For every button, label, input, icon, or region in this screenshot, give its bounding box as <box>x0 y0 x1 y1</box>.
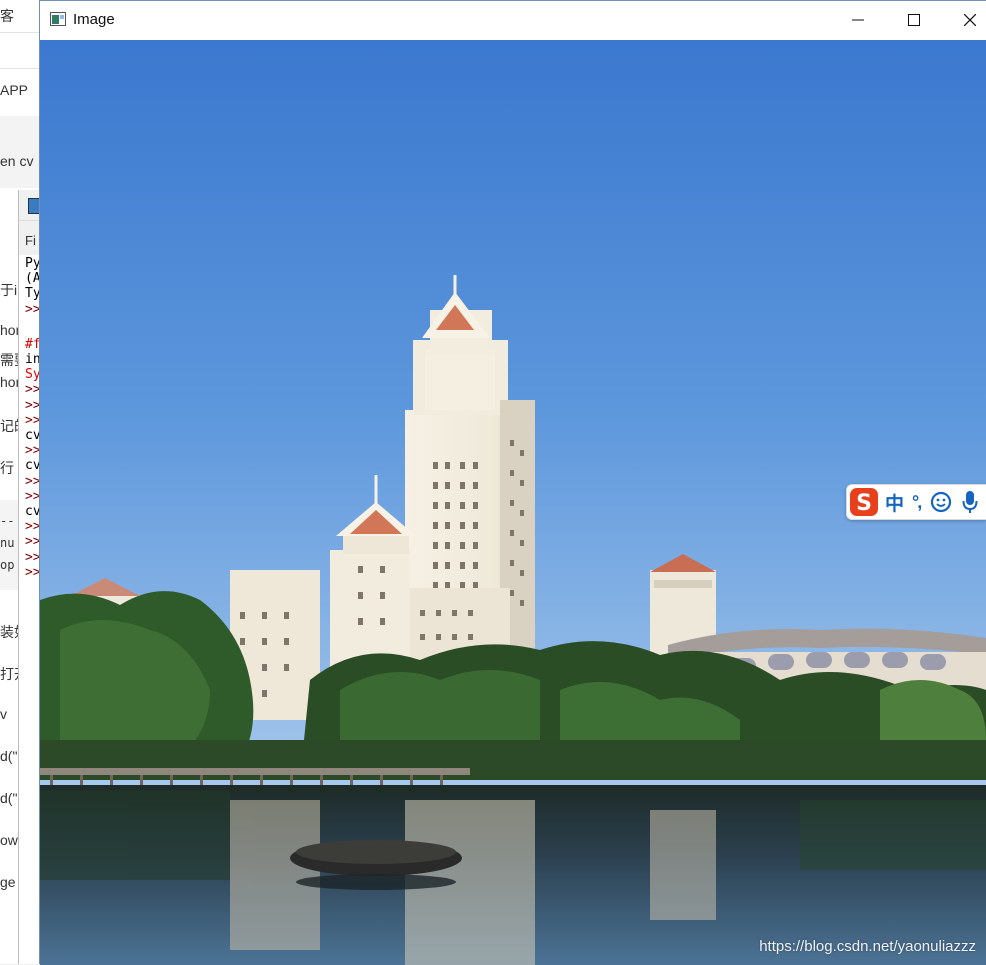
divider <box>0 68 40 69</box>
fountain-island <box>290 840 462 890</box>
ime-mode-toggle[interactable]: 中 <box>885 489 904 516</box>
watermark: https://blog.csdn.net/yaonuliazzz <box>759 938 976 955</box>
close-icon <box>964 14 976 26</box>
divider <box>0 32 40 33</box>
emoji-icon[interactable] <box>930 491 952 513</box>
minimize-icon <box>852 19 864 21</box>
browser-fragment-2[interactable]: APP <box>0 82 40 98</box>
ime-punctuation-toggle[interactable]: °, <box>912 492 922 513</box>
python-idle-window: Fi Py (A Ty >> #f in Sy >> >> >> cv >> cv >> >> cv >> >> >… <box>18 190 41 964</box>
sogou-s-icon[interactable]: S <box>849 487 879 517</box>
maximize-icon <box>908 14 920 26</box>
search-band <box>0 116 40 188</box>
maximize-button[interactable] <box>886 1 942 39</box>
window-titlebar[interactable]: Image <box>40 1 986 41</box>
idle-titlebar <box>19 190 41 220</box>
browser-fragment-1: 客 <box>0 8 14 24</box>
close-button[interactable] <box>942 1 986 39</box>
minimize-button[interactable] <box>830 1 886 39</box>
idle-menu-file[interactable]: Fi <box>25 233 36 248</box>
browser-fragment-3: en cv <box>0 153 34 169</box>
image-window[interactable]: Image https://blog.csdn.net/yaonuliazzz <box>39 0 986 965</box>
idle-menubar: Fi <box>19 220 41 255</box>
ime-toolbar[interactable]: S 中 °, <box>846 484 986 520</box>
image-canvas[interactable]: https://blog.csdn.net/yaonuliazzz <box>40 40 986 965</box>
microphone-icon[interactable] <box>962 490 978 514</box>
svg-text:S: S <box>856 491 872 516</box>
window-title: Image <box>73 11 115 28</box>
opencv-window-icon <box>50 12 66 26</box>
campus-tower-lake-photo <box>40 40 986 965</box>
